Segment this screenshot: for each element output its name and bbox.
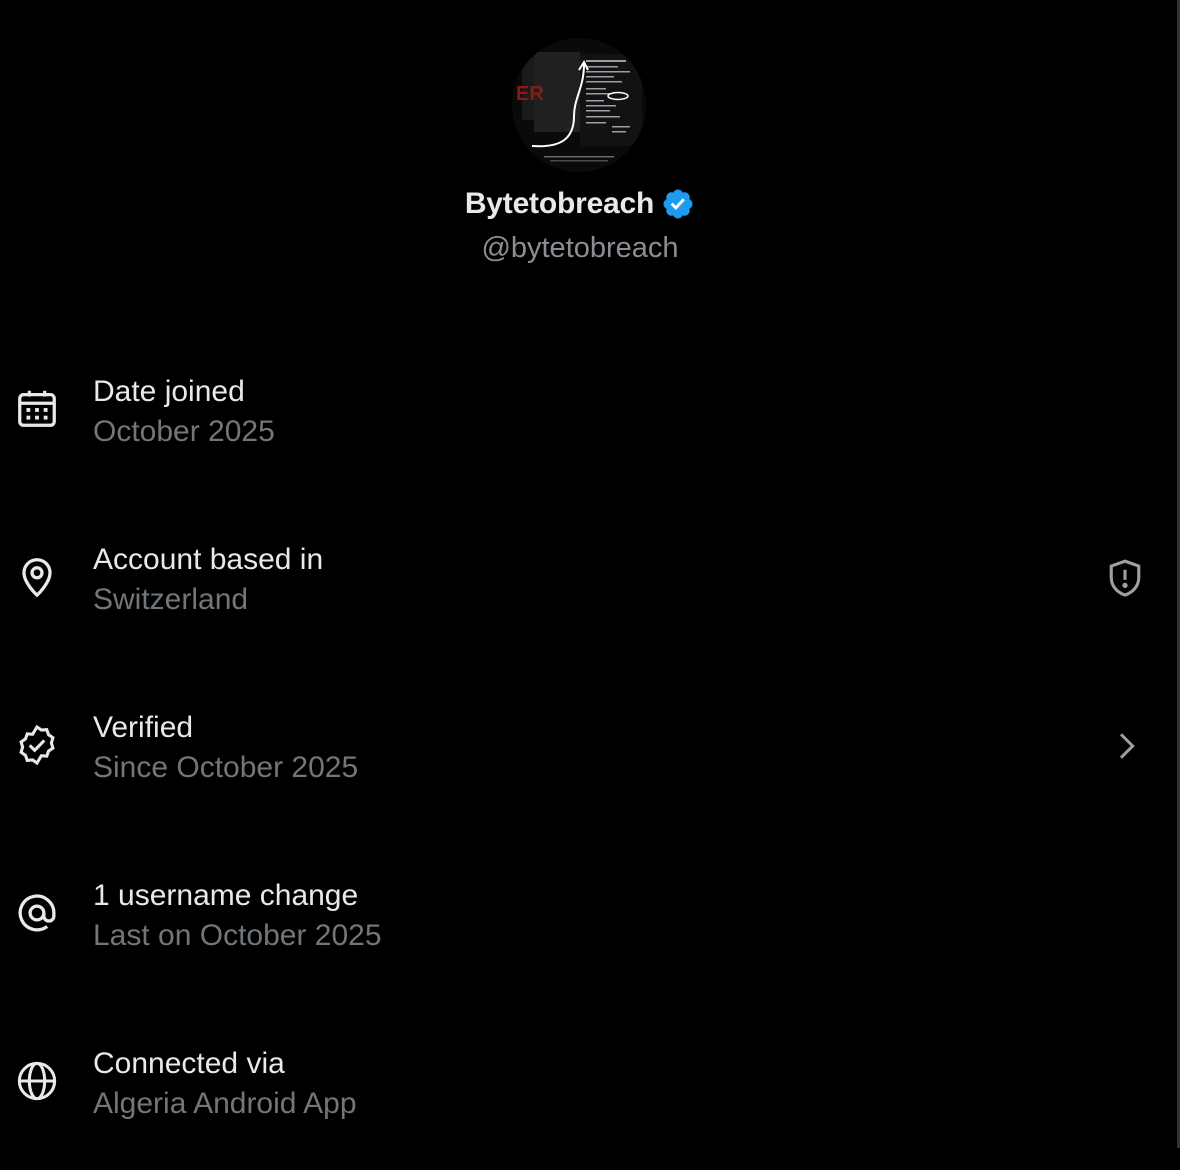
row-account-based-in: Account based in Switzerland — [0, 498, 1160, 666]
verified-badge-icon — [661, 187, 695, 221]
calendar-icon — [14, 386, 60, 432]
display-name: Bytetobreach — [464, 187, 655, 220]
row-subtitle: Since October 2025 — [93, 751, 359, 784]
location-pin-icon — [14, 554, 60, 600]
globe-icon — [14, 1058, 60, 1104]
profile-header: ER Bytetobreach @bytetobreach — [0, 0, 1160, 290]
row-date-joined: Date joined October 2025 — [0, 330, 1160, 498]
name-row: Bytetobreach — [0, 184, 1160, 224]
chevron-right-icon[interactable] — [1106, 726, 1150, 770]
row-title: Connected via — [93, 1047, 285, 1080]
row-subtitle: October 2025 — [93, 415, 275, 448]
row-title: Date joined — [93, 375, 245, 408]
row-username-change: 1 username change Last on October 2025 — [0, 834, 1160, 1002]
avatar[interactable]: ER — [512, 38, 646, 172]
row-title: Verified — [93, 711, 194, 744]
row-title: Account based in — [93, 543, 324, 576]
svg-text:ER: ER — [516, 83, 544, 105]
row-subtitle: Last on October 2025 — [93, 919, 382, 952]
verified-check-icon — [14, 722, 60, 768]
avatar-image: ER — [512, 38, 646, 172]
row-subtitle: Switzerland — [93, 583, 249, 616]
row-subtitle: Algeria Android App — [93, 1087, 357, 1120]
row-connected-via: Connected via Algeria Android App — [0, 1002, 1160, 1170]
row-verified[interactable]: Verified Since October 2025 — [0, 666, 1160, 834]
shield-alert-icon[interactable] — [1103, 556, 1147, 600]
handle: @bytetobreach — [481, 232, 679, 264]
at-sign-icon — [14, 890, 60, 936]
row-title: 1 username change — [93, 879, 359, 912]
